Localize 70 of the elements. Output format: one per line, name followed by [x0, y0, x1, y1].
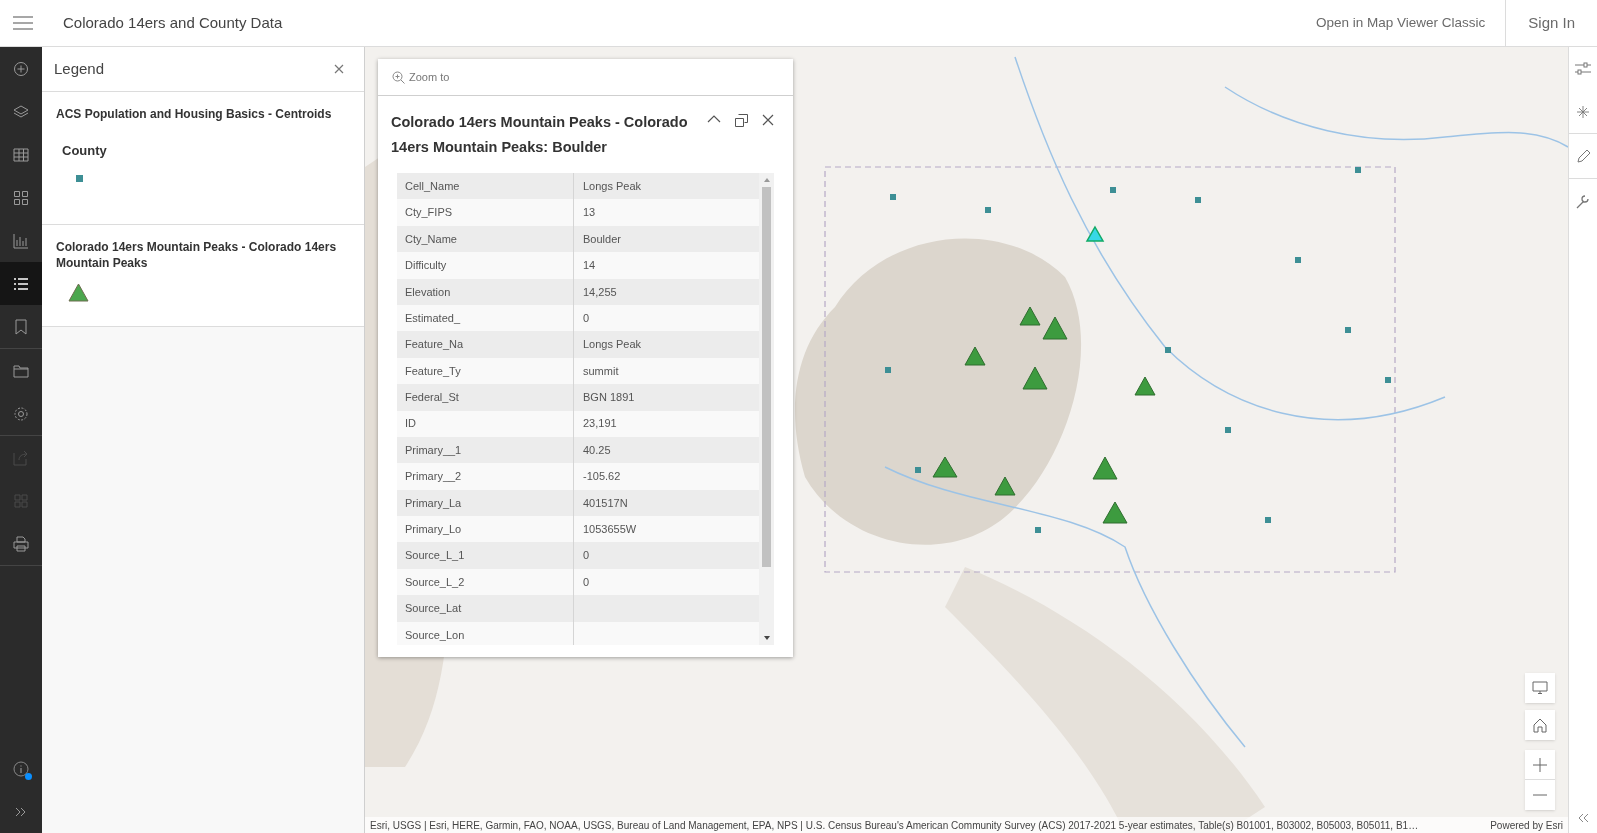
field-name: Federal_St	[397, 384, 574, 411]
triangle-symbol-icon	[68, 282, 89, 302]
print-icon	[13, 535, 29, 552]
field-value: Longs Peak	[582, 337, 643, 353]
field-value: summit	[582, 363, 620, 379]
field-value: 14,255	[582, 284, 618, 300]
field-value: BGN 1891	[582, 390, 636, 406]
list-tool[interactable]	[0, 262, 42, 305]
share-icon	[13, 449, 29, 466]
info-icon	[13, 760, 29, 777]
attribution-text: Esri, USGS | Esri, HERE, Garmin, FAO, NOAA, USGS, Bureau of Land Management, EPA, NPS | U.S. Census Bureau's American Community Survey (ACS) 2017-2021 5-year estimates, Table(s) B01001, B03002, B05003, B05011, B1…	[370, 818, 1420, 833]
folder-icon	[13, 362, 29, 379]
field-value: 1053655W	[582, 522, 638, 537]
field-value: 401517N	[582, 495, 629, 511]
plus-icon	[1533, 757, 1547, 772]
open-classic-link[interactable]: Open in Map Viewer Classic	[1295, 12, 1506, 34]
home-button[interactable]	[1525, 710, 1555, 740]
field-value: 0	[582, 574, 591, 590]
close-icon[interactable]	[334, 64, 344, 74]
wrench-icon[interactable]	[1576, 194, 1590, 209]
sliders-icon[interactable]	[1575, 61, 1591, 76]
field-name: Primary__2	[397, 463, 574, 490]
field-name: Cty_FIPS	[397, 199, 574, 226]
gallery-icon	[13, 189, 29, 206]
field-name: ID	[397, 410, 574, 437]
scrollbar[interactable]	[759, 173, 774, 645]
popup-title: Colorado 14ers Mountain Peaks - Colorado 14ers Mountain Peaks: Boulder	[391, 113, 689, 157]
square-symbol-icon	[76, 174, 83, 182]
field-name: Feature_Na	[397, 331, 574, 358]
app-title: Colorado 14ers and County Data	[63, 12, 283, 33]
home-icon	[1533, 717, 1547, 733]
field-value: 0	[582, 310, 591, 326]
bookmark-icon	[13, 318, 29, 335]
zoom-to-button[interactable]: Zoom to	[392, 68, 450, 86]
sign-in-link[interactable]: Sign In	[1506, 11, 1597, 35]
sparkle-icon[interactable]	[1576, 104, 1590, 119]
powered-by-link[interactable]: Powered by Esri	[1490, 817, 1563, 833]
field-value: Boulder	[582, 231, 622, 247]
field-value: -105.62	[582, 469, 622, 485]
field-value: 40.25	[582, 442, 612, 458]
menu-icon[interactable]	[13, 16, 33, 30]
field-name: Source_Lon	[397, 621, 574, 645]
collapse-icon[interactable]	[1577, 813, 1589, 823]
legend-label: County	[62, 142, 108, 160]
field-name: Source_Lat	[397, 595, 574, 622]
add-icon	[13, 60, 29, 77]
field-value: 13	[582, 205, 597, 221]
expand-icon[interactable]	[15, 806, 27, 817]
pencil-icon[interactable]	[1575, 148, 1591, 164]
field-name: Elevation	[397, 278, 574, 305]
close-icon[interactable]	[762, 114, 774, 126]
field-value: 0	[582, 548, 591, 564]
settings-icon	[13, 405, 29, 422]
chart-icon	[13, 232, 29, 249]
field-value: 14	[582, 258, 597, 274]
layer-title: Colorado 14ers Mountain Peaks - Colorado 14ers Mountain Peaks	[56, 238, 338, 271]
layer-title: ACS Population and Housing Basics - Centroids	[56, 106, 333, 122]
collapse-icon[interactable]	[707, 114, 721, 124]
list-icon	[13, 275, 29, 292]
field-name: Source_L_1	[397, 542, 574, 569]
screen-button[interactable]	[1525, 673, 1555, 703]
monitor-icon	[1532, 681, 1548, 695]
zoom-in-icon	[392, 70, 405, 84]
field-name: Difficulty	[397, 252, 574, 279]
field-value: 23,191	[582, 416, 618, 432]
panel-title: Legend	[54, 58, 106, 79]
table-icon	[13, 146, 29, 163]
field-value: Longs Peak	[582, 178, 643, 194]
dock-icon[interactable]	[735, 114, 748, 127]
layers-icon	[13, 103, 29, 120]
